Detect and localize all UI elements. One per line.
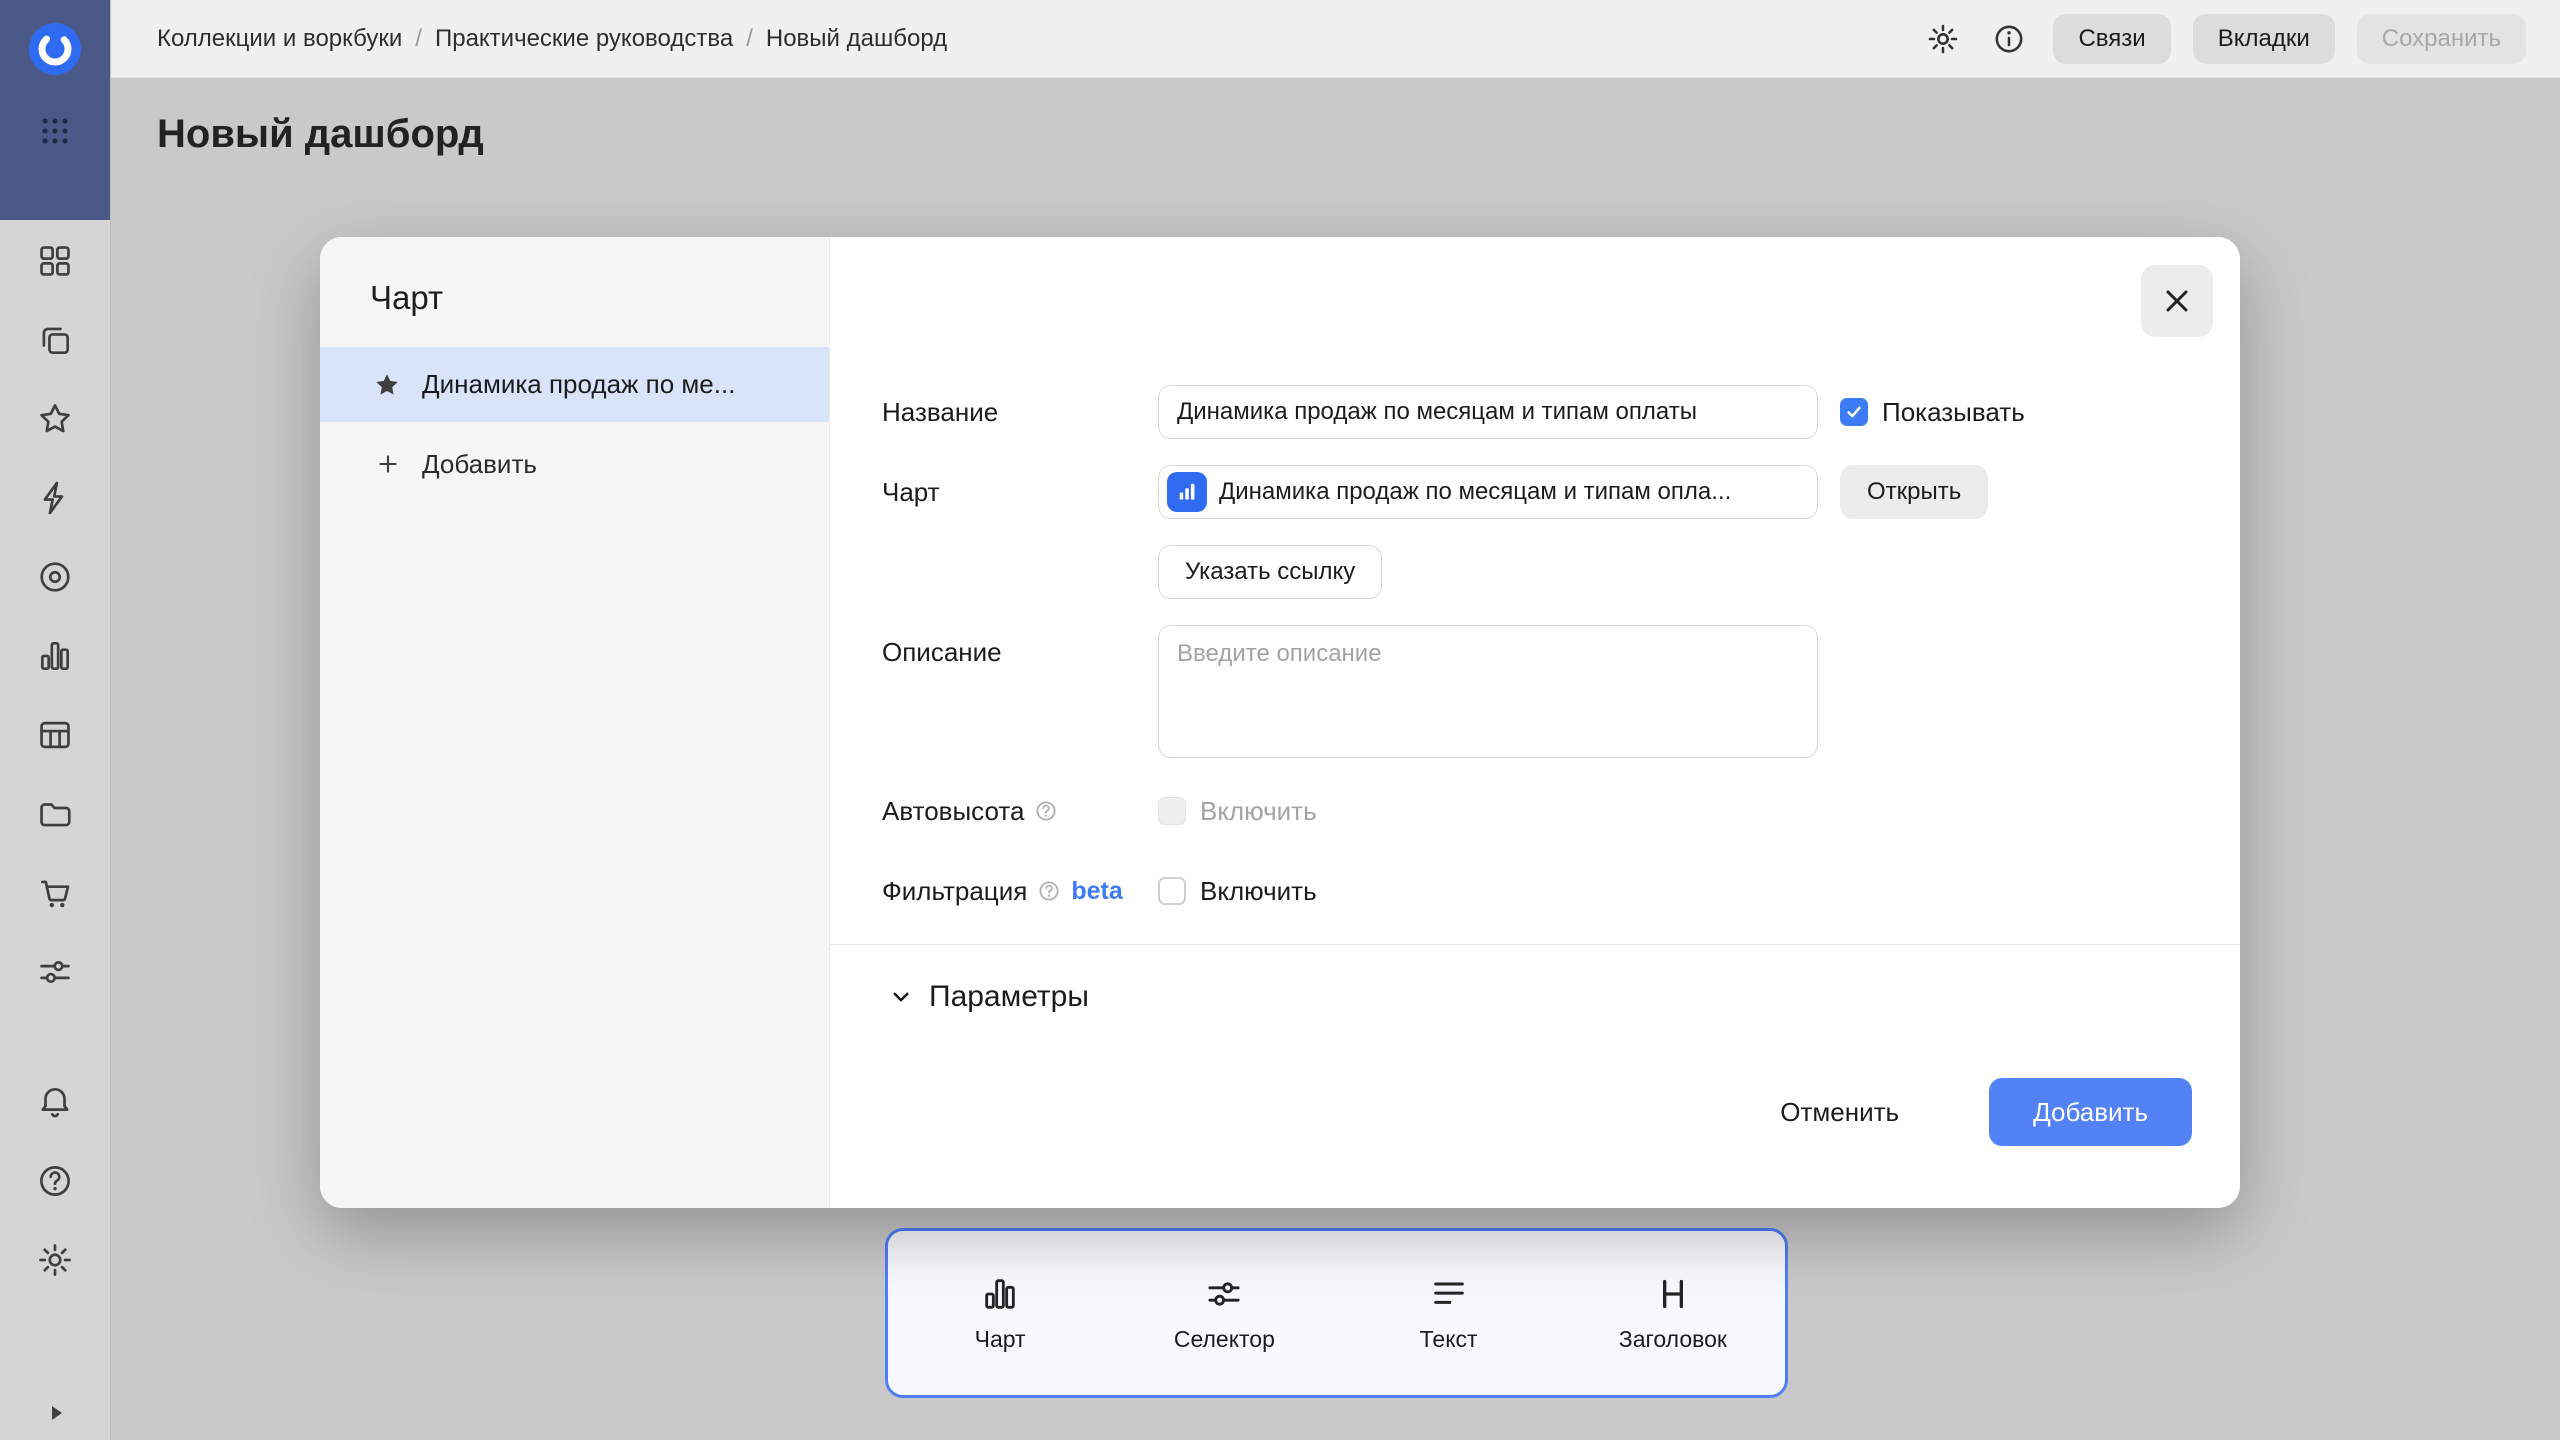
filtering-row: Фильтрация beta Включить (882, 864, 1317, 918)
description-textarea[interactable] (1158, 625, 1818, 758)
autoheight-checkbox (1158, 797, 1186, 825)
star-icon (376, 373, 398, 394)
name-row: Название Показывать (882, 385, 2025, 439)
chart-label: Чарт (882, 476, 940, 507)
filtering-label: Фильтрация beta (882, 876, 1158, 907)
beta-badge: beta (1071, 876, 1123, 905)
dialog-form: Название Показывать Чарт (830, 237, 2240, 1208)
filtering-checkbox-label: Включить (1200, 875, 1317, 906)
app-window: Коллекции и воркбуки / Практические руко… (0, 0, 2560, 1440)
editor-icon[interactable] (23, 478, 87, 518)
workbooks-icon[interactable] (23, 320, 87, 360)
plus-icon (379, 455, 397, 473)
settings-icon[interactable] (23, 1240, 87, 1280)
help-circle-icon[interactable] (1037, 879, 1061, 903)
datasets-icon[interactable] (23, 557, 87, 597)
dock-item-text[interactable]: Текст (1337, 1231, 1561, 1395)
help-icon[interactable] (23, 1161, 87, 1201)
chart-list-item-selected[interactable]: Динамика продаж по ме... (320, 347, 829, 422)
breadcrumb-separator: / (415, 24, 422, 52)
tabs-button[interactable]: Вкладки (2192, 13, 2335, 64)
files-icon[interactable] (23, 794, 87, 834)
breadcrumb-collections[interactable]: Коллекции и воркбуки (157, 25, 402, 53)
section-divider (830, 944, 2240, 945)
notifications-icon[interactable] (23, 1082, 87, 1122)
name-input[interactable] (1158, 385, 1818, 439)
autoheight-label-text: Автовысота (882, 795, 1025, 826)
datalens-logo[interactable] (29, 23, 81, 75)
info-icon[interactable] (1987, 17, 2031, 61)
add-chart-tab-label: Добавить (422, 448, 537, 479)
dock-item-selector[interactable]: Селектор (1112, 1231, 1336, 1395)
dock-item-label: Чарт (974, 1325, 1026, 1352)
dialog-footer: Отменить Добавить (1770, 1078, 2192, 1146)
chart-select-field[interactable]: Динамика продаж по месяцам и типам опла.… (1158, 465, 1818, 519)
add-chart-dialog: Чарт Динамика продаж по ме... Добавить Н… (320, 237, 2240, 1208)
show-checkbox[interactable] (1840, 398, 1868, 426)
open-chart-button[interactable]: Открыть (1840, 465, 1989, 519)
dock-item-heading[interactable]: Заголовок (1561, 1231, 1785, 1395)
description-row: Описание (882, 625, 1818, 758)
filtering-label-text: Фильтрация (882, 875, 1028, 906)
gear-icon[interactable] (1921, 17, 1965, 61)
links-button[interactable]: Связи (2053, 13, 2171, 64)
filtering-checkbox[interactable] (1158, 877, 1186, 905)
logo-block (0, 0, 110, 220)
header-actions: Связи Вкладки Сохранить (1921, 13, 2526, 64)
dialog-title: Чарт (370, 279, 444, 316)
description-label: Описание (882, 636, 1002, 667)
charts-icon[interactable] (23, 636, 87, 676)
page-title: Новый дашборд (157, 112, 484, 156)
save-button[interactable]: Сохранить (2356, 13, 2526, 64)
dialog-side-panel: Чарт Динамика продаж по ме... Добавить (320, 237, 830, 1208)
chart-list-item-label: Динамика продаж по ме... (422, 369, 736, 399)
show-checkbox-label: Показывать (1882, 396, 2025, 427)
autoheight-label: Автовысота (882, 796, 1158, 827)
chevron-down-icon (893, 992, 909, 1002)
widget-dock: Чарт Селектор Текст Заголовок (885, 1228, 1788, 1398)
breadcrumb-current: Новый дашборд (765, 24, 948, 52)
breadcrumb-separator: / (746, 24, 753, 52)
add-chart-tab-button[interactable]: Добавить (320, 434, 829, 494)
autoheight-checkbox-label: Включить (1200, 795, 1317, 826)
chart-list: Динамика продаж по ме... Добавить (320, 347, 829, 494)
marketplace-icon[interactable] (23, 873, 87, 913)
dock-item-chart[interactable]: Чарт (888, 1231, 1112, 1395)
specify-link-button[interactable]: Указать ссылку (1158, 545, 1383, 599)
collapse-icon[interactable] (34, 1396, 78, 1430)
dashboards-icon[interactable] (23, 241, 87, 281)
sidebar-nav (0, 220, 110, 1280)
chart-row: Чарт Динамика продаж по месяцам и типам … (882, 465, 1989, 519)
dock-item-label: Заголовок (1618, 1325, 1727, 1352)
favorites-icon[interactable] (23, 399, 87, 439)
add-button[interactable]: Добавить (1989, 1078, 2192, 1146)
dock-item-label: Текст (1419, 1325, 1478, 1352)
help-circle-icon[interactable] (1034, 799, 1058, 823)
chart-type-icon (1167, 472, 1207, 512)
services-icon[interactable] (23, 952, 87, 992)
close-icon[interactable] (2141, 265, 2213, 337)
link-row: Указать ссылку (1158, 545, 1383, 599)
check-icon (1847, 406, 1861, 418)
apps-grid-icon[interactable] (33, 109, 77, 153)
rail-bottom (0, 1396, 111, 1430)
params-section-label: Параметры (929, 980, 1089, 1013)
top-header: Коллекции и воркбуки / Практические руко… (111, 0, 2560, 78)
breadcrumb-guides[interactable]: Практические руководства (435, 25, 733, 53)
chart-select-value: Динамика продаж по месяцам и типам опла.… (1219, 478, 1732, 505)
autoheight-row: Автовысота Включить (882, 784, 1317, 838)
cancel-button[interactable]: Отменить (1770, 1078, 1909, 1146)
dock-item-label: Селектор (1173, 1325, 1275, 1352)
sidebar-rail (0, 0, 111, 1440)
name-label: Название (882, 396, 999, 427)
tables-icon[interactable] (23, 715, 87, 755)
breadcrumb: Коллекции и воркбуки / Практические руко… (157, 25, 947, 53)
params-section-toggle[interactable]: Параметры (886, 973, 1089, 1021)
